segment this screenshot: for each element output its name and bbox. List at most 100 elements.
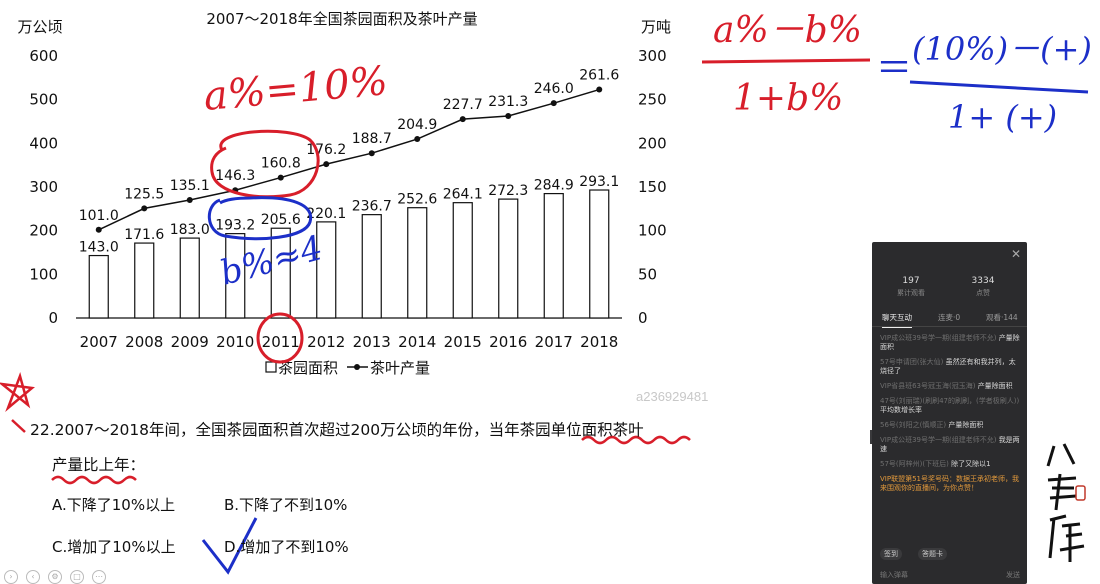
x-tick-label: 2008 [125,333,163,351]
right-axis-unit: 万吨 [641,18,671,36]
line-point [459,116,466,123]
line-path [98,88,600,231]
question-stem: 22.2007～2018年间，全国茶园面积首次超过200万公顷的年份，当年茶园单… [30,413,730,483]
bar [407,207,428,319]
formula-equals: ＝ [876,48,912,89]
bar [543,192,564,319]
chat-message: 47号(刘丽瑞)(刷刷47的刷刷，(学者极刷人)) 平均数增长率 [880,397,1020,415]
chat-user: 47号(刘丽瑞)(刷刷47的刷刷，(学者极刷人)) [880,397,1020,405]
bar-data-label: 252.6 [397,192,437,208]
stat-likes: 3334 点赞 [944,276,1022,298]
line-data-label: 188.7 [352,131,392,147]
chat-text: 除了又除以1 [951,460,991,468]
panel-tabs: 聊天互动 连麦·0 观看·144 [872,308,1027,328]
bar [179,237,200,319]
tab-chat[interactable]: 聊天互动 [882,312,912,328]
chat-user: 57号申请团(张大仙) [880,358,944,366]
chat-user: VIP成公班39号学一期(组建老师不允) [880,334,997,342]
y-right-tick-label: 0 [638,309,648,327]
chat-input[interactable]: 输入弹幕 发送 [880,570,1020,580]
stat-views-label: 累计观看 [897,289,925,297]
legend-line-marker [354,364,360,370]
tool-rewind-icon[interactable]: ‹ [26,570,40,584]
chat-user: 56号(刘阳之(慎顺正) [880,421,947,429]
x-tick-label: 2015 [444,333,482,351]
y-right-tick-label: 200 [638,134,667,152]
chat-message: 57号(阿梓州)(下班后) 除了又除以1 [880,460,1020,469]
stat-likes-label: 点赞 [976,289,990,297]
bar [361,214,382,319]
watermark: a236929481 [636,389,709,404]
y-left-tick-label: 100 [29,265,58,283]
checkin-button[interactable]: 签到 [880,548,902,560]
x-tick-label: 2016 [489,333,527,351]
y-right-tick-label: 150 [638,178,667,196]
chat-message-vip: VIP联盟第51号奖号码：数据王承初老师，我来围观你的直播间，为你点赞！ [880,475,1020,493]
line-data-label: 135.1 [170,178,210,194]
line-point [550,100,557,107]
tab-mic[interactable]: 连麦·0 [938,312,960,323]
option-c[interactable]: C.增加了10%以上 [52,536,176,557]
bar-data-label: 205.6 [261,212,301,228]
bar [452,202,473,319]
left-axis-unit: 万公顷 [17,18,62,36]
red-star-mark [0,371,35,412]
chat-text: 产量除面积 [948,421,984,429]
answer-card-button[interactable]: 答题卡 [918,548,947,560]
line-data-label: 246.0 [534,81,574,97]
line-data-label: 204.9 [397,117,437,133]
option-d[interactable]: D.增加了不到10% [224,536,349,557]
line-point [505,112,512,119]
send-button[interactable]: 发送 [1006,570,1020,580]
tool-fullscreen-icon[interactable]: □ [70,570,84,584]
chat-text: VIP联盟第51号奖号码：数据王承初老师，我来围观你的直播间，为你点赞！ [880,475,1019,492]
line-point [141,205,148,212]
y-right-tick-label: 100 [638,222,667,240]
player-toolbar: › ‹ ⚙ □ ⋯ [0,568,130,584]
line-point [368,150,375,157]
stat-views: 197 累计观看 [872,276,950,298]
formula-fraction-line [701,58,871,64]
formula-denominator: 1+b% [733,78,843,119]
x-tick-label: 2012 [307,333,345,351]
chat-user: VIP成公班39号学一期(组建老师不允) [880,436,997,444]
formula-right-numerator: (10%)－(+) [912,30,1092,68]
line-point [95,226,102,233]
line-data-label: 146.3 [215,168,255,184]
bar-data-label: 183.0 [170,222,210,238]
y-left-tick-label: 0 [48,309,58,327]
question-stem-underlined: 单位面积茶叶 [550,421,644,439]
tool-play-icon[interactable]: › [4,570,18,584]
bar [589,189,610,319]
line-point [596,86,603,93]
bar-data-label: 193.2 [215,218,255,234]
chat-message: VIP省县班63号冠玉海(冠玉海) 产量除面积 [880,382,1020,391]
line-data-label: 125.5 [124,186,164,202]
bar-data-label: 284.9 [534,178,574,194]
option-b[interactable]: B.下降了不到10% [224,494,347,515]
bar-data-label: 293.1 [579,174,619,190]
x-tick-label: 2011 [262,333,300,351]
chat-messages: VIP成公班39号学一期(组建老师不允) 产量除面积 57号申请团(张大仙) 虽… [880,334,1020,499]
line-point [277,174,284,181]
x-tick-label: 2010 [216,333,254,351]
bar [316,221,337,319]
option-a[interactable]: A.下降了10%以上 [52,494,175,515]
y-left-tick-label: 300 [29,178,58,196]
question-stem-colon: ： [129,456,146,474]
tool-settings-icon[interactable]: ⚙ [48,570,62,584]
calligraphy-logo [1046,443,1086,562]
tab-viewers[interactable]: 观看·144 [986,312,1018,323]
line-data-label: 261.6 [579,68,619,84]
tool-more-icon[interactable]: ⋯ [92,570,106,584]
line-data-label: 160.8 [261,156,301,172]
bar-data-label: 143.0 [79,240,119,256]
annotation-a-eq: a%=10% [202,58,390,120]
stat-views-num: 197 [902,276,920,286]
live-chat-panel: ✕ 197 累计观看 3334 点赞 聊天互动 连麦·0 观看·144 VIP成… [872,242,1027,584]
line-point [414,136,421,143]
bar [498,198,519,319]
x-tick-label: 2018 [580,333,618,351]
close-icon[interactable]: ✕ [1011,247,1021,261]
question-stem-part2: 产量比上年 [52,456,130,474]
